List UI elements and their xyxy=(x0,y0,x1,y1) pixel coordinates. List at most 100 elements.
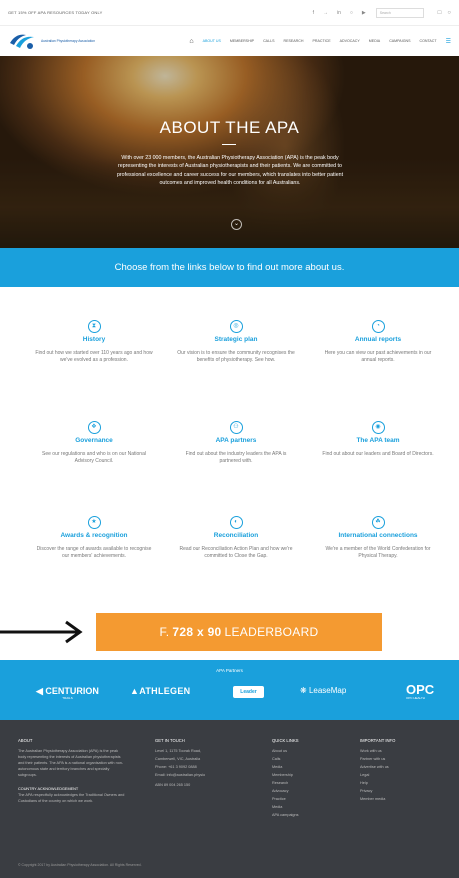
footer-link[interactable]: Media xyxy=(272,764,342,770)
nav-item-contact[interactable]: CONTACT xyxy=(420,39,437,43)
nav-item-practice[interactable]: PRACTICE xyxy=(312,39,330,43)
nav-item-calls[interactable]: CALLS xyxy=(263,39,274,43)
partner-athlegen-logo[interactable]: ▲ATHLEGEN xyxy=(130,686,190,696)
footer-link[interactable]: Practice xyxy=(272,796,342,802)
promo-text[interactable]: GET 15% OFF APA RESOURCES TODAY ONLY xyxy=(8,10,313,15)
partner-leader-logo[interactable]: Leader xyxy=(233,686,264,698)
footer-link[interactable]: Work with us xyxy=(360,748,440,754)
tile-title[interactable]: Governance xyxy=(24,437,164,444)
linkedin-icon[interactable]: in xyxy=(337,10,341,16)
footer-link[interactable]: Privacy xyxy=(360,788,440,794)
footer-about: ABOUT The Australian Physiotherapy Assoc… xyxy=(18,738,126,806)
centurion-sub: TRAILS xyxy=(62,696,73,700)
centurion-mark-icon: ◀ xyxy=(36,686,46,696)
leaderboard-ad[interactable]: F. 728 x 90 LEADERBOARD xyxy=(96,613,382,651)
tile-desc: Discover the range of awards available t… xyxy=(36,546,152,559)
footer-address: Camberwell, VIC, Australia xyxy=(155,757,201,761)
partners-bar: APA Partners ◀ CENTURION TRAILS ▲ATHLEGE… xyxy=(0,660,459,720)
tile-title[interactable]: Annual reports xyxy=(308,336,448,343)
ad-label: LEADERBOARD xyxy=(224,625,319,639)
footer-link[interactable]: Calls xyxy=(272,756,342,762)
tile-title[interactable]: Reconciliation xyxy=(166,532,306,539)
annual-reports-icon: ◔ xyxy=(371,320,385,333)
main-nav: Australian Physiotherapy Association ⌂ A… xyxy=(0,26,459,56)
nav-item-about[interactable]: ABOUT US xyxy=(203,39,221,43)
footer-link[interactable]: Partner with us xyxy=(360,756,440,762)
scroll-down-icon[interactable]: ⌄ xyxy=(231,219,242,230)
apa-logo[interactable]: Australian Physiotherapy Association xyxy=(8,31,108,51)
awards-icon: ★ xyxy=(87,516,101,529)
partner-leasemap-logo[interactable]: ❋ LeaseMap xyxy=(300,686,346,695)
tile-desc: We're a member of the World Confederatio… xyxy=(325,546,431,559)
tile-strategic-plan[interactable]: ◎ Strategic plan Our vision is to ensure… xyxy=(166,320,306,363)
logo-text: Australian Physiotherapy Association xyxy=(41,39,96,43)
top-bar: GET 15% OFF APA RESOURCES TODAY ONLY f →… xyxy=(0,0,459,26)
tile-annual-reports[interactable]: ◔ Annual reports Here you can view our p… xyxy=(308,320,448,363)
tile-desc: Here you can view our past achievements … xyxy=(324,350,432,363)
instagram-icon[interactable]: ○ xyxy=(350,10,353,16)
about-links-grid: ⧗ History Find out how we started over 1… xyxy=(0,287,459,600)
tile-desc: Find out about our leaders and Board of … xyxy=(322,451,434,457)
menu-icon[interactable]: ☰ xyxy=(446,38,451,45)
footer-link[interactable]: About us xyxy=(272,748,342,754)
tile-title[interactable]: History xyxy=(24,336,164,343)
twitter-icon[interactable]: → xyxy=(323,10,328,16)
nav-item-advocacy[interactable]: ADVOCACY xyxy=(340,39,360,43)
tile-governance[interactable]: ❖ Governance See our regulations and who… xyxy=(24,421,164,464)
footer-email[interactable]: Email: info@australian.physio xyxy=(155,772,255,778)
centurion-name: CENTURION xyxy=(45,686,99,696)
apa-partners-icon: ⚇ xyxy=(229,421,243,434)
facebook-icon[interactable]: f xyxy=(313,10,314,16)
footer-about-text: The Australian Physiotherapy Association… xyxy=(18,749,124,777)
hero-intro: With over 23 000 members, the Australian… xyxy=(116,155,344,187)
footer-important-info: IMPORTANT INFO Work with us Partner with… xyxy=(360,738,440,804)
hero-banner: ABOUT THE APA With over 23 000 members, … xyxy=(0,56,459,248)
tile-title[interactable]: Strategic plan xyxy=(166,336,306,343)
nav-item-research[interactable]: RESEARCH xyxy=(283,39,303,43)
tile-reconciliation[interactable]: ◐ Reconciliation Read our Reconciliation… xyxy=(166,516,306,559)
user-icon[interactable]: ○ xyxy=(447,10,451,16)
strategic-plan-icon: ◎ xyxy=(229,320,243,333)
hero-overlay xyxy=(0,56,459,248)
footer-link[interactable]: Advocacy xyxy=(272,788,342,794)
footer-link[interactable]: Media xyxy=(272,804,342,810)
international-icon: ☘ xyxy=(371,516,385,529)
social-links: f → in ○ ▶ xyxy=(313,10,366,16)
footer-link[interactable]: APA campaigns xyxy=(272,812,342,818)
home-icon[interactable]: ⌂ xyxy=(189,38,193,45)
tile-apa-partners[interactable]: ⚇ APA partners Find out about the indust… xyxy=(166,421,306,464)
footer-link[interactable]: Advertise with us xyxy=(360,764,440,770)
footer-link[interactable]: Member media xyxy=(360,796,440,802)
footer-link[interactable]: Legal xyxy=(360,772,440,778)
nav-item-membership[interactable]: MEMBERSHIP xyxy=(230,39,254,43)
nav-item-media[interactable]: MEDIA xyxy=(369,39,380,43)
partner-opc-logo[interactable]: OPC OPC HEALTH xyxy=(406,682,434,700)
tile-title[interactable]: The APA team xyxy=(308,437,448,444)
logo-mark-icon xyxy=(8,31,38,51)
tile-awards[interactable]: ★ Awards & recognition Discover the rang… xyxy=(24,516,164,559)
footer-contact: GET IN TOUCH Level 1, 1175 Toorak Road, … xyxy=(155,738,255,790)
tile-desc: Our vision is to ensure the community re… xyxy=(177,350,295,363)
athlegen-mark-icon: ▲ xyxy=(130,686,140,696)
governance-icon: ❖ xyxy=(87,421,101,434)
footer-link[interactable]: Research xyxy=(272,780,342,786)
cart-icon[interactable]: □ xyxy=(438,10,442,16)
partner-centurion-logo[interactable]: ◀ CENTURION TRAILS xyxy=(36,686,99,700)
site-footer: ABOUT The Australian Physiotherapy Assoc… xyxy=(0,720,459,878)
search-input[interactable]: Search xyxy=(375,7,424,18)
footer-abn: ABN 89 004 265 150 xyxy=(155,783,191,787)
nav-item-campaigns[interactable]: CAMPAIGNS xyxy=(389,39,410,43)
youtube-icon[interactable]: ▶ xyxy=(362,10,366,16)
tile-international[interactable]: ☘ International connections We're a memb… xyxy=(308,516,448,559)
leasemap-name: LeaseMap xyxy=(308,686,347,695)
footer-link[interactable]: Membership xyxy=(272,772,342,778)
tile-title[interactable]: International connections xyxy=(308,532,448,539)
tile-apa-team[interactable]: ◉ The APA team Find out about our leader… xyxy=(308,421,448,458)
footer-phone[interactable]: Phone: +61 3 9092 0888 xyxy=(155,764,255,770)
tile-desc: Find out how we started over 110 years a… xyxy=(35,350,153,363)
tile-title[interactable]: APA partners xyxy=(166,437,306,444)
partners-label: APA Partners xyxy=(216,668,243,673)
tile-history[interactable]: ⧗ History Find out how we started over 1… xyxy=(24,320,164,363)
tile-title[interactable]: Awards & recognition xyxy=(24,532,164,539)
footer-link[interactable]: Help xyxy=(360,780,440,786)
